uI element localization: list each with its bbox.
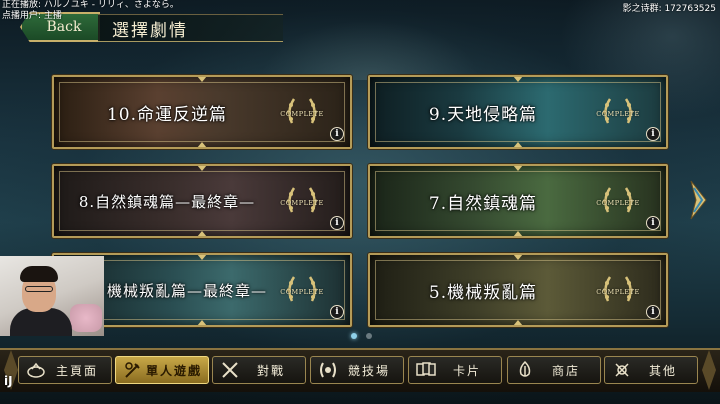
stream-overlay: 正在播放: ハルノユキ - リリィ、さよなら。 点播用户: 主播 [2,0,179,22]
complete-text: COMPLETE [280,288,324,296]
shop-icon [512,359,538,381]
story-card-8[interactable]: 8.自然鎮魂篇—最終章— COMPLETE i [52,164,352,238]
nav-label: 其他 [648,363,677,378]
story-title: 10.命運反逆篇 [106,104,228,125]
info-icon[interactable]: i [646,216,660,230]
info-icon[interactable]: i [646,305,660,319]
complete-text: COMPLETE [280,199,324,207]
streamer-webcam [0,256,104,336]
complete-text: COMPLETE [280,110,324,118]
info-icon[interactable]: i [330,305,344,319]
nav-other[interactable]: 其他 [604,356,698,384]
complete-badge: COMPLETE [592,93,644,135]
story-card-7[interactable]: 7.自然鎮魂篇 COMPLETE i [368,164,668,238]
nav-label: 競技場 [347,363,390,378]
complete-text: COMPLETE [596,110,640,118]
page-dot[interactable] [366,333,372,339]
solo-play-icon [120,359,146,381]
story-title: 8.自然鎮魂篇—最終章— [78,192,256,211]
cards-icon [413,359,439,381]
nav-label: 商店 [551,363,580,378]
info-icon[interactable]: i [330,127,344,141]
nav-label: 單人遊戲 [146,363,203,378]
complete-badge: COMPLETE [276,182,328,224]
group-label: 影之诗群: 172763525 [622,4,716,14]
crossed-swords-icon [217,359,243,381]
nav-arena[interactable]: 競技場 [310,356,404,384]
other-icon [609,359,635,381]
info-icon[interactable]: i [646,127,660,141]
next-page-arrow-icon[interactable] [688,178,708,222]
complete-badge: COMPLETE [276,93,328,135]
stream-logo: iJ [4,374,13,388]
story-card-5[interactable]: 5.機械叛亂篇 COMPLETE i [368,253,668,327]
laurel-arena-icon [315,359,341,381]
nav-home[interactable]: 主頁面 [18,356,112,384]
requester-text: 点播用户: 主播 [2,11,62,21]
nav-cards[interactable]: 卡片 [408,356,502,384]
info-icon[interactable]: i [330,216,344,230]
nav-solo-play[interactable]: 單人遊戲 [115,356,209,384]
story-card-10[interactable]: 10.命運反逆篇 COMPLETE i [52,75,352,149]
nav-label: 主頁面 [55,363,98,378]
complete-badge: COMPLETE [276,271,328,313]
complete-text: COMPLETE [596,288,640,296]
background-castle [260,20,480,80]
nav-label: 對戰 [256,363,285,378]
nav-battle[interactable]: 對戰 [212,356,306,384]
story-card-9[interactable]: 9.天地侵略篇 COMPLETE i [368,75,668,149]
complete-badge: COMPLETE [592,182,644,224]
nav-label: 卡片 [452,363,481,378]
story-title: 5.機械叛亂篇 [428,282,538,303]
now-playing-text: 正在播放: ハルノユキ - リリィ、さよなら。 [2,0,179,10]
page-dot-active[interactable] [351,333,357,339]
story-title: 9.天地侵略篇 [428,104,538,125]
home-icon [23,359,49,381]
nav-shop[interactable]: 商店 [507,356,601,384]
complete-text: COMPLETE [596,199,640,207]
complete-badge: COMPLETE [592,271,644,313]
story-title: 7.自然鎮魂篇 [428,193,538,214]
